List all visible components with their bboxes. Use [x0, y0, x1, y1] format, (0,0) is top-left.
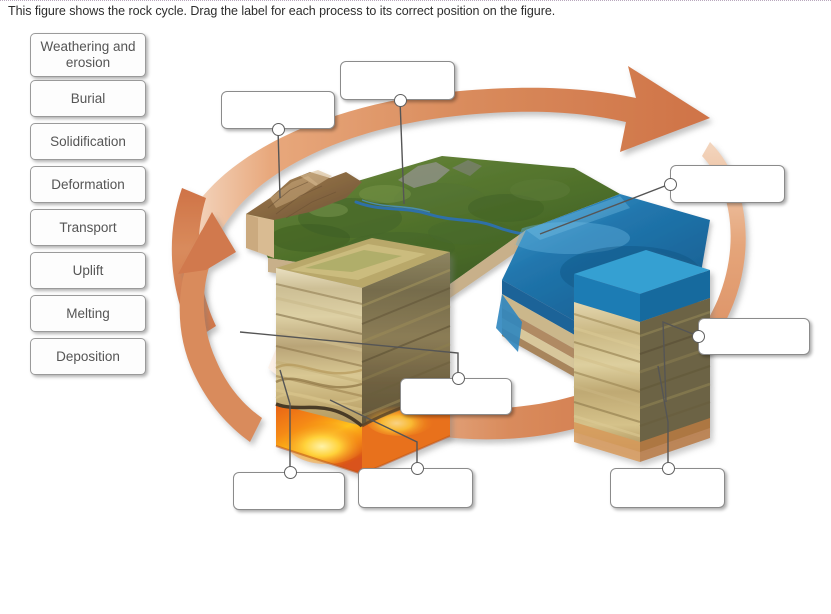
drop-right-upper[interactable]	[670, 165, 785, 203]
instruction-bar: This figure shows the rock cycle. Drag t…	[0, 0, 831, 21]
drag-label-solidification[interactable]: Solidification	[30, 123, 146, 160]
drag-label-text: Uplift	[72, 262, 104, 278]
anchor-dot-drop-right-mid[interactable]	[692, 330, 705, 343]
drag-label-text: Transport	[59, 219, 117, 235]
drag-label-text: Deposition	[56, 348, 120, 364]
drag-label-text: Deformation	[51, 176, 125, 192]
anchor-dot-drop-top-left[interactable]	[272, 123, 285, 136]
drag-label-uplift[interactable]: Uplift	[30, 252, 146, 289]
drag-label-burial[interactable]: Burial	[30, 80, 146, 117]
anchor-dot-drop-top-center[interactable]	[394, 94, 407, 107]
drag-label-melting[interactable]: Melting	[30, 295, 146, 332]
drag-label-transport[interactable]: Transport	[30, 209, 146, 246]
anchor-dot-drop-center-low[interactable]	[452, 372, 465, 385]
anchor-dot-drop-right-upper[interactable]	[664, 178, 677, 191]
sedimentary-block-right	[573, 250, 711, 462]
rock-cycle-figure	[150, 22, 831, 522]
instruction-text: This figure shows the rock cycle. Drag t…	[8, 4, 556, 18]
anchor-dot-drop-bottom-left[interactable]	[284, 466, 297, 479]
drag-label-text: Weathering and erosion	[40, 39, 136, 70]
sedimentary-block-left	[275, 238, 451, 476]
drop-right-mid[interactable]	[698, 318, 810, 355]
drag-label-text: Solidification	[50, 133, 126, 149]
drag-label-text: Burial	[70, 90, 106, 106]
drag-label-weathering-and-erosion[interactable]: Weathering and erosion	[30, 33, 146, 77]
drag-label-text: Melting	[66, 305, 110, 321]
anchor-dot-drop-bottom-mid[interactable]	[411, 462, 424, 475]
magma-hotspot	[286, 420, 366, 464]
anchor-dot-drop-bottom-right[interactable]	[662, 462, 675, 475]
drag-label-deformation[interactable]: Deformation	[30, 166, 146, 203]
drag-label-deposition[interactable]: Deposition	[30, 338, 146, 375]
